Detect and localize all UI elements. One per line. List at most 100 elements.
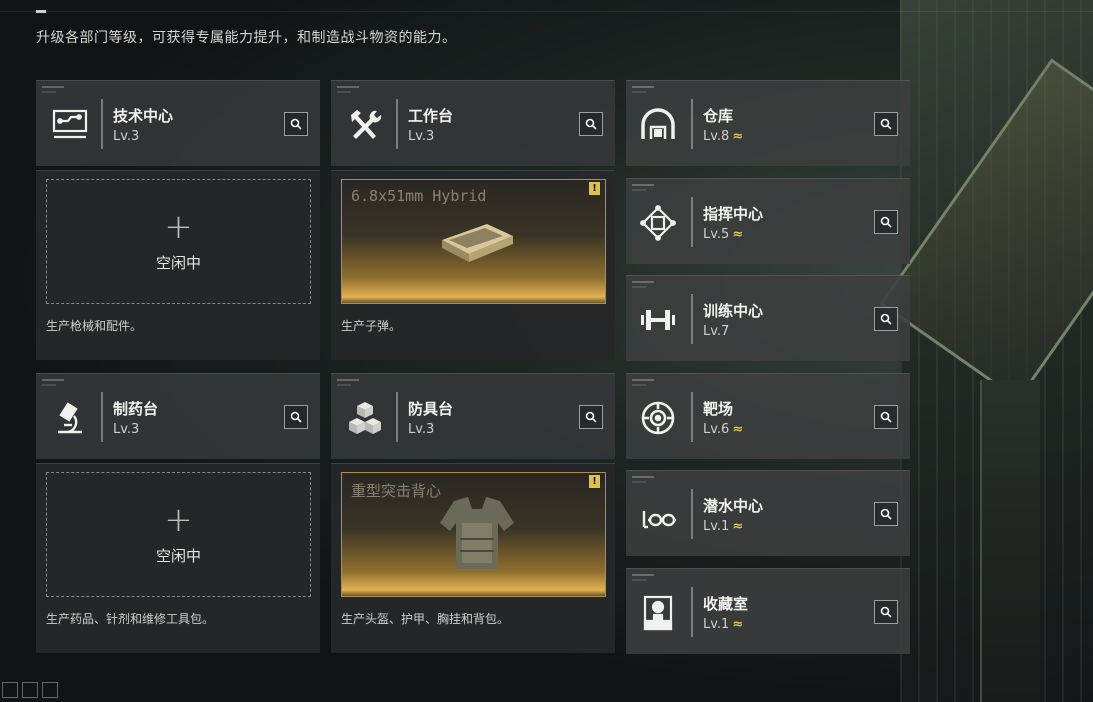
plus-icon: + <box>164 207 193 247</box>
dumbbell-icon <box>636 298 680 342</box>
upgrade-arrow-icon: ≈ <box>732 129 743 144</box>
card-tag <box>337 379 359 381</box>
production-slot[interactable]: 重型突击背心 ! <box>341 472 606 597</box>
production-description: 生产头盔、护甲、胸挂和背包。 <box>341 612 510 626</box>
inspect-button[interactable] <box>579 112 603 136</box>
department-level: Lv.3 <box>408 422 434 437</box>
card-tag <box>42 379 64 381</box>
department-level: Lv.8 ≈ <box>703 129 743 144</box>
idle-slot[interactable]: + 空闲中 <box>46 179 311 304</box>
card-tag <box>632 86 654 88</box>
pharmacy-card[interactable]: 制药台 Lv.3 <box>36 373 320 459</box>
department-level: Lv.3 <box>408 129 434 144</box>
card-tag <box>632 574 654 576</box>
upgrade-arrow-icon: ≈ <box>732 519 743 534</box>
card-tag-sub <box>632 579 646 581</box>
warning-badge: ! <box>589 182 600 195</box>
department-name: 指挥中心 <box>703 205 764 223</box>
card-tag <box>632 476 654 478</box>
command-center-card[interactable]: 指挥中心 Lv.5 ≈ <box>626 178 910 264</box>
header-divider <box>691 392 693 442</box>
department-level: Lv.1 ≈ <box>703 519 743 534</box>
toolbar-box-icon[interactable] <box>42 682 58 698</box>
inspect-button[interactable] <box>874 405 898 429</box>
search-icon <box>880 216 892 228</box>
card-tag-sub <box>42 384 56 386</box>
inspect-button[interactable] <box>874 600 898 624</box>
toolbar-box-icon[interactable] <box>22 682 38 698</box>
inspect-button[interactable] <box>284 405 308 429</box>
level-text: Lv.6 <box>703 422 730 437</box>
tech-center-production: + 空闲中 生产枪械和配件。 <box>36 170 320 360</box>
upgrade-arrow-icon: ≈ <box>732 422 743 437</box>
production-description: 生产药品、针剂和维修工具包。 <box>46 612 215 626</box>
workbench-card[interactable]: 工作台 Lv.3 <box>331 80 615 166</box>
inspect-button[interactable] <box>874 307 898 331</box>
diving-center-card[interactable]: 潜水中心 Lv.1 ≈ <box>626 470 910 556</box>
armor-bench-card[interactable]: 防具台 Lv.3 <box>331 373 615 459</box>
cubes-icon <box>343 396 387 440</box>
shooting-range-card[interactable]: 靶场 Lv.6 ≈ <box>626 373 910 459</box>
header-divider <box>396 99 398 149</box>
header-divider <box>396 392 398 442</box>
header-divider <box>691 294 693 344</box>
warehouse-card[interactable]: 仓库 Lv.8 ≈ <box>626 80 910 166</box>
department-name: 制药台 <box>113 400 159 418</box>
header-divider <box>691 587 693 637</box>
toolbar-box-icon[interactable] <box>2 682 18 698</box>
inspect-button[interactable] <box>874 210 898 234</box>
header-divider <box>691 197 693 247</box>
microscope-icon <box>48 396 92 440</box>
search-icon <box>880 508 892 520</box>
background-structure <box>879 0 1093 702</box>
search-icon <box>880 411 892 423</box>
card-tag-sub <box>632 286 646 288</box>
department-level: Lv.3 <box>113 129 139 144</box>
background-pillar <box>980 380 1040 702</box>
level-text: Lv.3 <box>113 129 140 144</box>
header-divider <box>691 99 693 149</box>
bottom-toolbar <box>0 682 90 702</box>
inspect-button[interactable] <box>284 112 308 136</box>
product-name: 重型突击背心 <box>351 482 442 500</box>
warehouse-icon <box>636 103 680 147</box>
display-case-icon <box>636 591 680 635</box>
header-divider <box>691 489 693 539</box>
header-divider <box>101 392 103 442</box>
plus-icon: + <box>164 500 193 540</box>
inspect-button[interactable] <box>579 405 603 429</box>
search-icon <box>880 606 892 618</box>
card-tag-sub <box>337 91 351 93</box>
diving-mask-icon <box>636 493 680 537</box>
top-divider <box>0 11 1093 12</box>
inspect-button[interactable] <box>874 112 898 136</box>
department-name: 收藏室 <box>703 595 749 613</box>
inspect-button[interactable] <box>874 502 898 526</box>
department-name: 技术中心 <box>113 107 174 125</box>
idle-label: 空闲中 <box>155 547 201 565</box>
department-level: Lv.1 ≈ <box>703 617 743 632</box>
search-icon <box>880 118 892 130</box>
collection-room-card[interactable]: 收藏室 Lv.1 ≈ <box>626 568 910 654</box>
card-tag <box>632 184 654 186</box>
department-name: 潜水中心 <box>703 497 764 515</box>
chip-icon <box>636 201 680 245</box>
search-icon <box>290 411 302 423</box>
search-icon <box>585 118 597 130</box>
page-subtitle: 升级各部门等级，可获得专属能力提升，和制造战斗物资的能力。 <box>36 30 457 46</box>
workbench-production: 6.8x51mm Hybrid ! 生产子弹。 <box>331 170 615 360</box>
warning-badge: ! <box>589 475 600 488</box>
card-tag <box>632 281 654 283</box>
armor-bench-production: 重型突击背心 ! 生产头盔、护甲、胸挂和背包。 <box>331 463 615 653</box>
training-center-card[interactable]: 训练中心 Lv.7 <box>626 275 910 361</box>
production-slot[interactable]: 6.8x51mm Hybrid ! <box>341 179 606 304</box>
card-tag-sub <box>632 384 646 386</box>
level-text: Lv.3 <box>113 422 140 437</box>
idle-label: 空闲中 <box>155 254 201 272</box>
product-name: 6.8x51mm Hybrid <box>351 187 487 205</box>
tech-center-card[interactable]: 技术中心 Lv.3 <box>36 80 320 166</box>
department-level: Lv.3 <box>113 422 139 437</box>
idle-slot[interactable]: + 空闲中 <box>46 472 311 597</box>
card-tag-sub <box>632 91 646 93</box>
department-name: 训练中心 <box>703 302 764 320</box>
